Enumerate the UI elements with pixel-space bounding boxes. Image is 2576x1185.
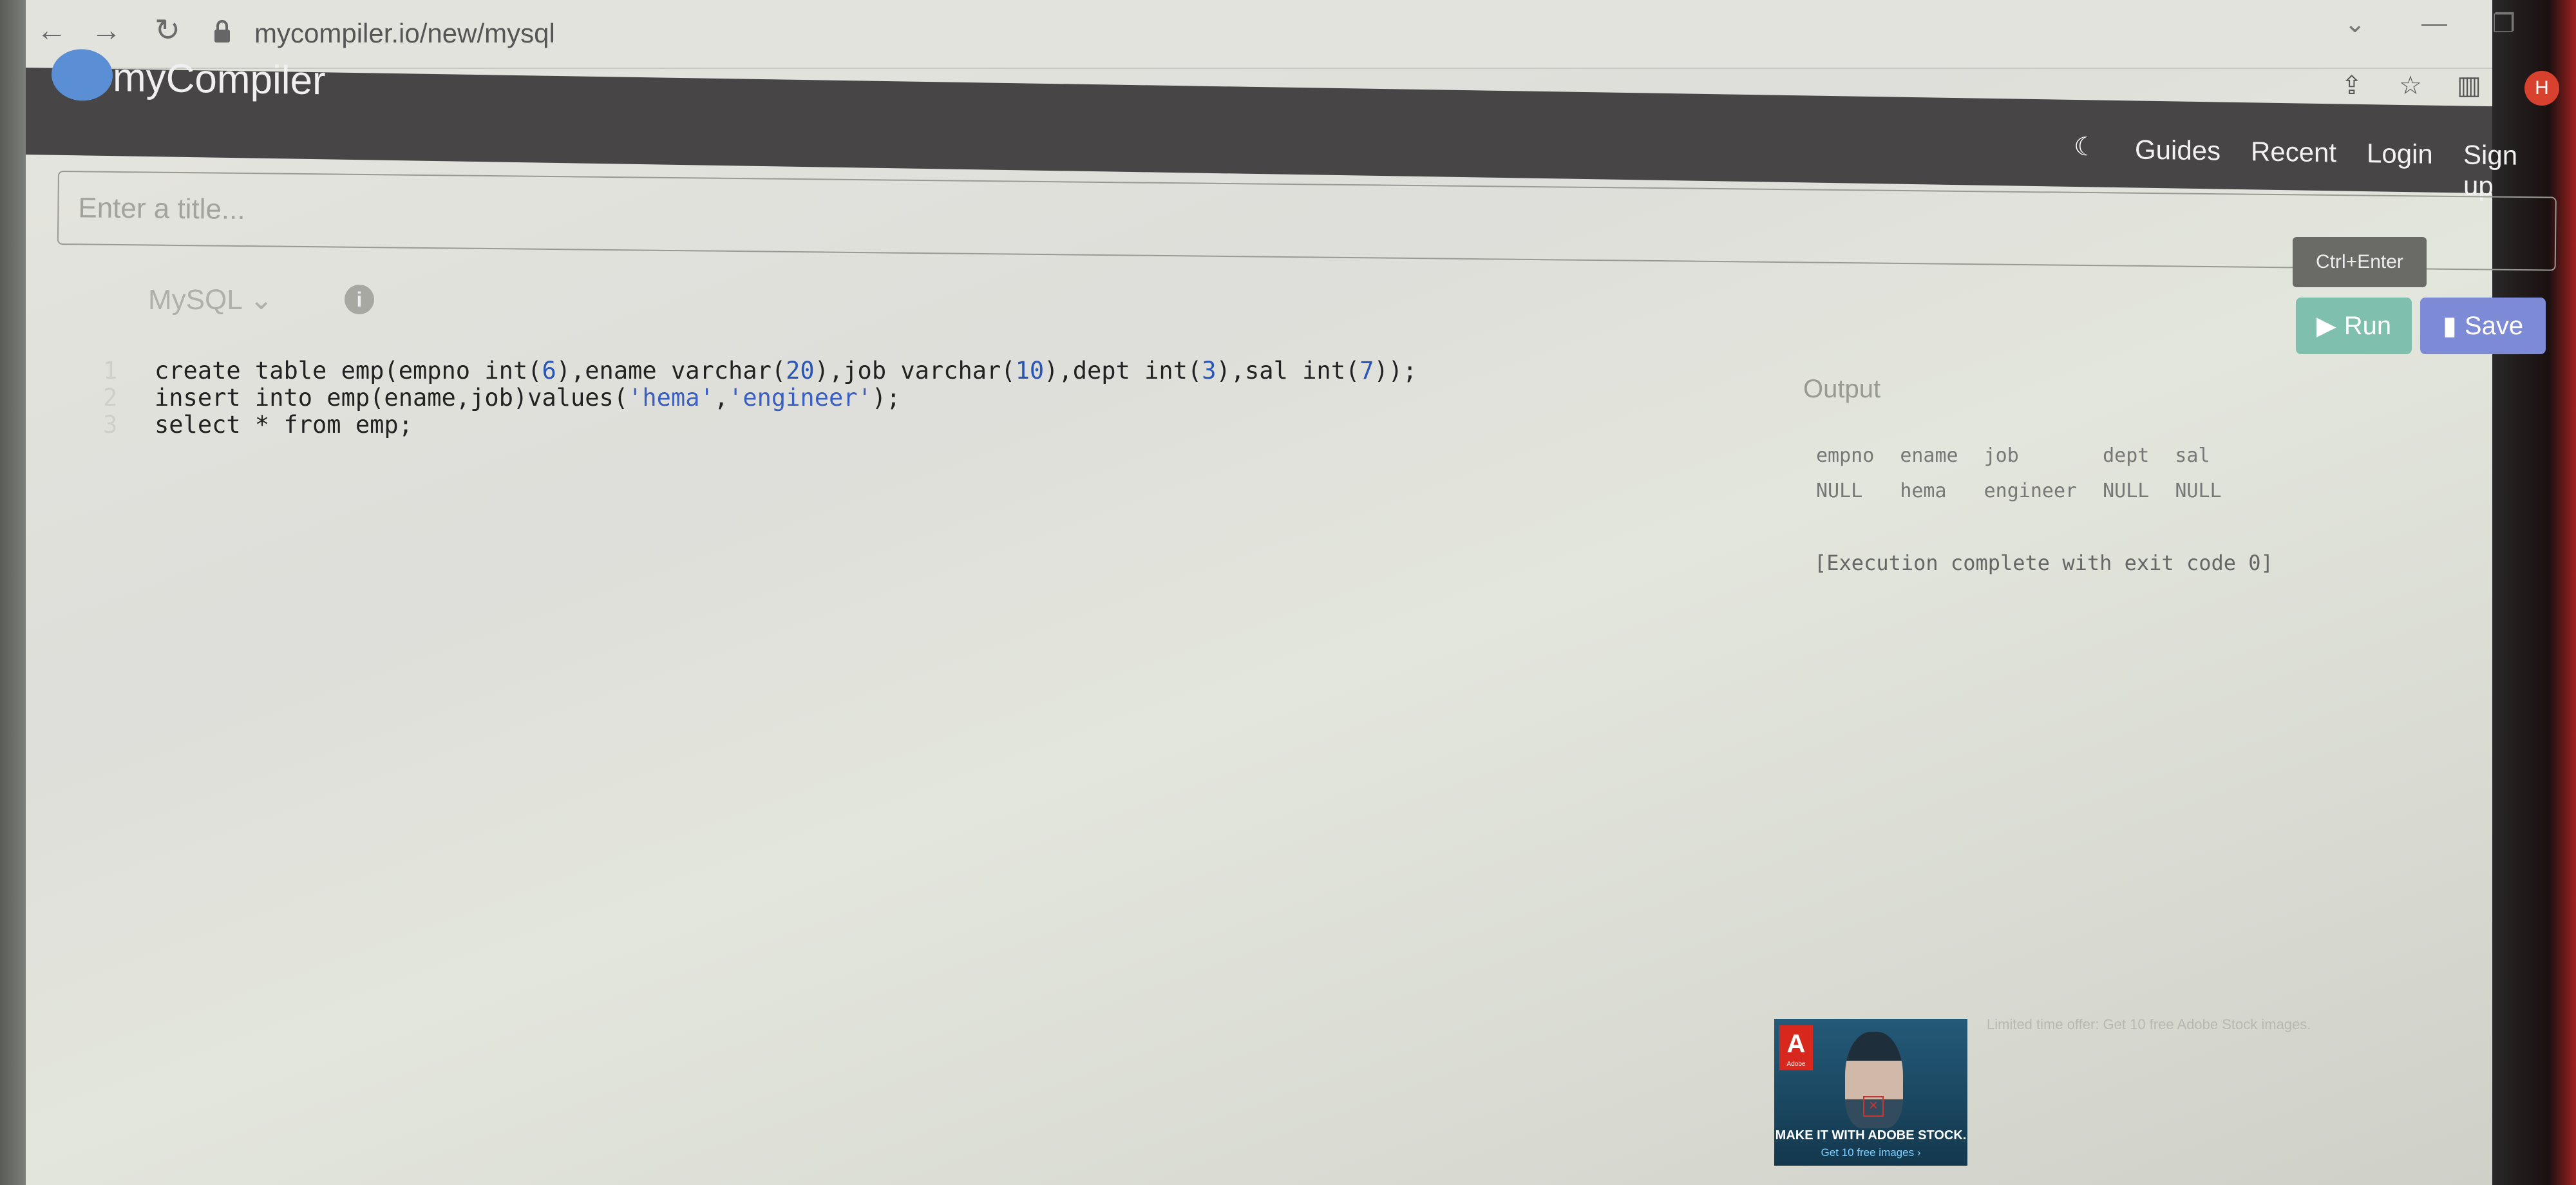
column-header: job xyxy=(1984,444,2019,467)
ad-logo-letter: A xyxy=(1786,1030,1806,1058)
output-table: empno ename job dept sal NULL hema engin… xyxy=(1816,444,2248,515)
back-icon[interactable]: ← xyxy=(32,12,71,50)
table-cell: engineer xyxy=(1984,480,2078,502)
table-cell: NULL xyxy=(2175,480,2222,502)
nav-login[interactable]: Login xyxy=(2367,138,2433,170)
column-header: sal xyxy=(2175,444,2210,467)
code-text: select * from emp; xyxy=(155,411,413,439)
code-text: create table emp(empno int(6),ename varc… xyxy=(155,357,1417,384)
code-editor[interactable]: 1 create table emp(empno int(6),ename var… xyxy=(103,357,1417,439)
execution-status: [Execution complete with exit code 0] xyxy=(1814,551,2273,575)
output-title: Output xyxy=(1803,375,1881,403)
ad-banner[interactable]: A Adobe × MAKE IT WITH ADOBE STOCK. Get 1… xyxy=(1774,1019,1967,1166)
column-header: empno xyxy=(1816,444,1875,467)
share-icon[interactable]: ⇪ xyxy=(2341,71,2363,100)
avatar[interactable]: H xyxy=(2524,71,2559,106)
browser-toolbar: ← → ↻ mycompiler.io/new/mysql ⌄ — ❐ xyxy=(26,0,2515,69)
nav-guides[interactable]: Guides xyxy=(2135,134,2221,166)
nav-signup[interactable]: Sign up xyxy=(2463,139,2517,202)
info-icon[interactable]: i xyxy=(345,285,374,314)
save-label: Save xyxy=(2464,311,2524,340)
column-header: ename xyxy=(1900,444,1958,467)
address-bar[interactable]: mycompiler.io/new/mysql xyxy=(254,18,555,49)
ad-logo-sub: Adobe xyxy=(1786,1061,1806,1068)
sidebar-icon[interactable]: ▥ xyxy=(2457,71,2481,100)
logo-icon[interactable] xyxy=(52,48,113,102)
reload-icon[interactable]: ↻ xyxy=(148,12,187,50)
restore-icon[interactable]: ❐ xyxy=(2492,9,2515,39)
chevron-down-icon[interactable]: ⌄ xyxy=(2344,9,2366,39)
adobe-logo-icon: A Adobe xyxy=(1779,1025,1813,1070)
line-number: 2 xyxy=(103,384,118,412)
brand-name[interactable]: myCompiler xyxy=(113,55,326,104)
run-shortcut-tooltip: Ctrl+Enter xyxy=(2293,237,2427,287)
table-cell: hema xyxy=(1900,480,1947,502)
language-select[interactable]: MySQL ⌄ xyxy=(148,283,273,316)
chevron-down-icon: ⌄ xyxy=(249,284,274,316)
code-line[interactable]: 3 select * from emp; xyxy=(103,412,1417,439)
table-row: NULL hema engineer NULL NULL xyxy=(1816,480,2248,515)
code-line[interactable]: 1 create table emp(empno int(6),ename var… xyxy=(103,357,1417,384)
close-icon[interactable]: × xyxy=(1863,1096,1884,1117)
code-text: insert into emp(ename,job)values('hema',… xyxy=(155,384,901,412)
table-cell: NULL xyxy=(1816,480,1863,502)
save-button[interactable]: ▮ Save xyxy=(2420,298,2546,354)
lock-icon xyxy=(214,20,230,43)
run-label: Run xyxy=(2344,311,2392,340)
ad-link[interactable]: Get 10 free images › xyxy=(1774,1146,1967,1159)
line-number: 3 xyxy=(103,411,118,439)
code-line[interactable]: 2 insert into emp(ename,job)values('hema'… xyxy=(103,384,1417,412)
file-icon: ▮ xyxy=(2442,312,2457,340)
forward-icon[interactable]: → xyxy=(87,12,126,50)
moon-icon[interactable]: ☾ xyxy=(2074,132,2097,162)
play-icon: ▶ xyxy=(2316,312,2336,340)
star-icon[interactable]: ☆ xyxy=(2399,71,2422,100)
ad-headline: MAKE IT WITH ADOBE STOCK. xyxy=(1775,1128,1967,1142)
minimize-icon[interactable]: — xyxy=(2421,9,2447,38)
nav-recent[interactable]: Recent xyxy=(2251,136,2336,168)
ad-side-text[interactable]: Limited time offer: Get 10 free Adobe St… xyxy=(1987,1016,2311,1033)
table-header-row: empno ename job dept sal xyxy=(1816,444,2248,480)
language-label: MySQL xyxy=(148,284,242,316)
table-cell: NULL xyxy=(2103,480,2150,502)
screen: ← → ↻ mycompiler.io/new/mysql ⌄ — ❐ myCo… xyxy=(26,0,2559,1185)
line-number: 1 xyxy=(103,357,118,384)
run-button[interactable]: ▶ Run xyxy=(2296,298,2412,354)
column-header: dept xyxy=(2103,444,2150,467)
